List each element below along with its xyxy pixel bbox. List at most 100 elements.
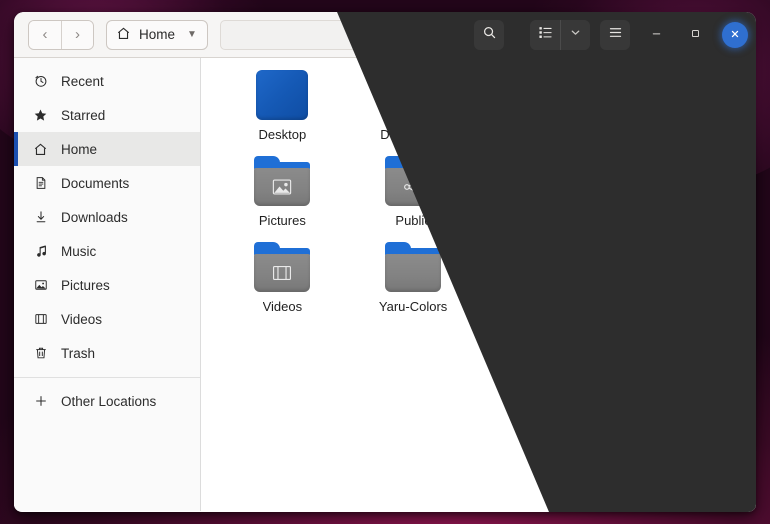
file-item[interactable]: Templates [609, 156, 740, 228]
home-icon [32, 142, 49, 157]
folder-tab-icon [385, 242, 412, 253]
sidebar-item-trash[interactable]: Trash [14, 336, 200, 370]
folder-front-icon [385, 254, 442, 292]
sidebar-item-videos[interactable]: Videos [14, 302, 200, 336]
window-body: Recent Starred Home Documents Downloads Music… [14, 58, 756, 511]
template-folder-icon [646, 156, 704, 206]
files-window: ‹ › Home ▼ Recent Starred Home Documents… [14, 12, 756, 512]
minimize-button[interactable] [643, 22, 669, 48]
home-icon [116, 26, 131, 44]
header-bar-right-controls [466, 12, 756, 58]
sidebar-item-label: Recent [61, 73, 104, 89]
chevron-down-icon: ▼ [187, 29, 197, 40]
file-item[interactable]: Desktop [217, 70, 348, 142]
file-item[interactable]: Videos [217, 242, 348, 314]
folder-tab-icon [254, 242, 281, 253]
folder-front-icon [515, 82, 572, 120]
folder-tab-icon [515, 156, 542, 167]
sidebar-item-label: Starred [61, 107, 106, 123]
sidebar-item-other-locations[interactable]: Other Locations [14, 384, 200, 418]
file-item-label: Documents [380, 127, 446, 142]
search-button[interactable] [474, 20, 504, 50]
video-icon [32, 312, 49, 326]
chevron-down-icon [569, 26, 582, 44]
sidebar-item-pictures[interactable]: Pictures [14, 268, 200, 302]
music-folder-icon [646, 70, 704, 120]
plain-folder-icon [515, 156, 573, 206]
folder-tab-icon [646, 70, 673, 81]
share-folder-icon [384, 156, 442, 206]
sidebar-item-label: Music [61, 243, 97, 259]
music-icon [32, 244, 49, 258]
file-item-label: Templates [645, 213, 705, 228]
close-icon [729, 28, 741, 43]
sidebar-divider [14, 377, 200, 378]
file-item-label: Downloads [511, 127, 577, 142]
view-mode-segmented-control [530, 20, 590, 50]
desktop-folder-icon [256, 70, 309, 120]
star-icon [32, 108, 49, 123]
folder-front-icon [646, 82, 703, 120]
search-icon [482, 25, 497, 45]
file-item[interactable]: Yaru-Colors [348, 242, 479, 314]
folder-front-icon [385, 82, 442, 120]
picture-folder-icon [253, 156, 311, 206]
back-button[interactable]: ‹ [29, 20, 61, 49]
folder-tab-icon [646, 156, 673, 167]
sidebar-item-starred[interactable]: Starred [14, 98, 200, 132]
file-item-label: Public [395, 213, 431, 228]
desktop-background: ‹ › Home ▼ Recent Starred Home Documents… [0, 0, 770, 524]
folder-tab-icon [385, 70, 412, 81]
download-icon [32, 210, 49, 224]
sidebar-item-downloads[interactable]: Downloads [14, 200, 200, 234]
path-bar-label: Home [139, 27, 176, 42]
file-item[interactable]: Pictures [217, 156, 348, 228]
hamburger-menu-icon [608, 25, 623, 45]
sidebar-item-label: Other Locations [61, 393, 157, 409]
folder-front-icon [515, 168, 572, 206]
list-view-button[interactable] [530, 20, 560, 50]
minimize-icon [650, 27, 663, 43]
maximize-button[interactable] [682, 22, 708, 48]
download-folder-icon [515, 70, 573, 120]
maximize-icon [689, 27, 702, 43]
list-view-icon [538, 25, 553, 45]
plus-icon [32, 394, 49, 408]
folder-tab-icon [385, 156, 412, 167]
file-icon-view[interactable]: Desktop Documents Downloads Music Pictures Pu… [201, 58, 756, 511]
path-bar-home-button[interactable]: Home ▼ [106, 19, 208, 50]
folder-front-icon [254, 254, 311, 292]
sidebar-item-label: Home [61, 141, 98, 157]
file-item-label: Pictures [258, 213, 306, 228]
sidebar-item-label: Downloads [61, 209, 128, 225]
sidebar-item-label: Trash [61, 345, 96, 361]
sidebar: Recent Starred Home Documents Downloads Music… [14, 58, 201, 511]
file-item[interactable]: snap [479, 156, 610, 228]
sidebar-item-label: Documents [61, 175, 130, 191]
file-item[interactable]: Public [348, 156, 479, 228]
sidebar-item-music[interactable]: Music [14, 234, 200, 268]
file-item-label: Yaru-Colors [378, 299, 448, 314]
main-menu-button[interactable] [600, 20, 630, 50]
folder-front-icon [646, 168, 703, 206]
file-item[interactable]: Downloads [479, 70, 610, 142]
navigation-button-group: ‹ › [28, 19, 94, 50]
file-grid: Desktop Documents Downloads Music Pictures Pu… [217, 70, 740, 314]
file-item[interactable]: Music [609, 70, 740, 142]
clock-icon [32, 74, 49, 88]
close-button[interactable] [722, 22, 748, 48]
file-item[interactable]: Documents [348, 70, 479, 142]
trash-icon [32, 346, 49, 360]
view-options-dropdown-button[interactable] [560, 20, 590, 50]
sidebar-item-documents[interactable]: Documents [14, 166, 200, 200]
forward-button[interactable]: › [61, 20, 93, 49]
plain-folder-icon [384, 242, 442, 292]
folder-tab-icon [254, 156, 281, 167]
sidebar-item-label: Videos [61, 311, 103, 327]
file-item-label: Desktop [258, 127, 307, 142]
sidebar-item-recent[interactable]: Recent [14, 64, 200, 98]
folder-front-icon [254, 168, 311, 206]
sidebar-item-home[interactable]: Home [14, 132, 200, 166]
file-item-label: Music [657, 127, 692, 142]
folder-front-icon [385, 168, 442, 206]
